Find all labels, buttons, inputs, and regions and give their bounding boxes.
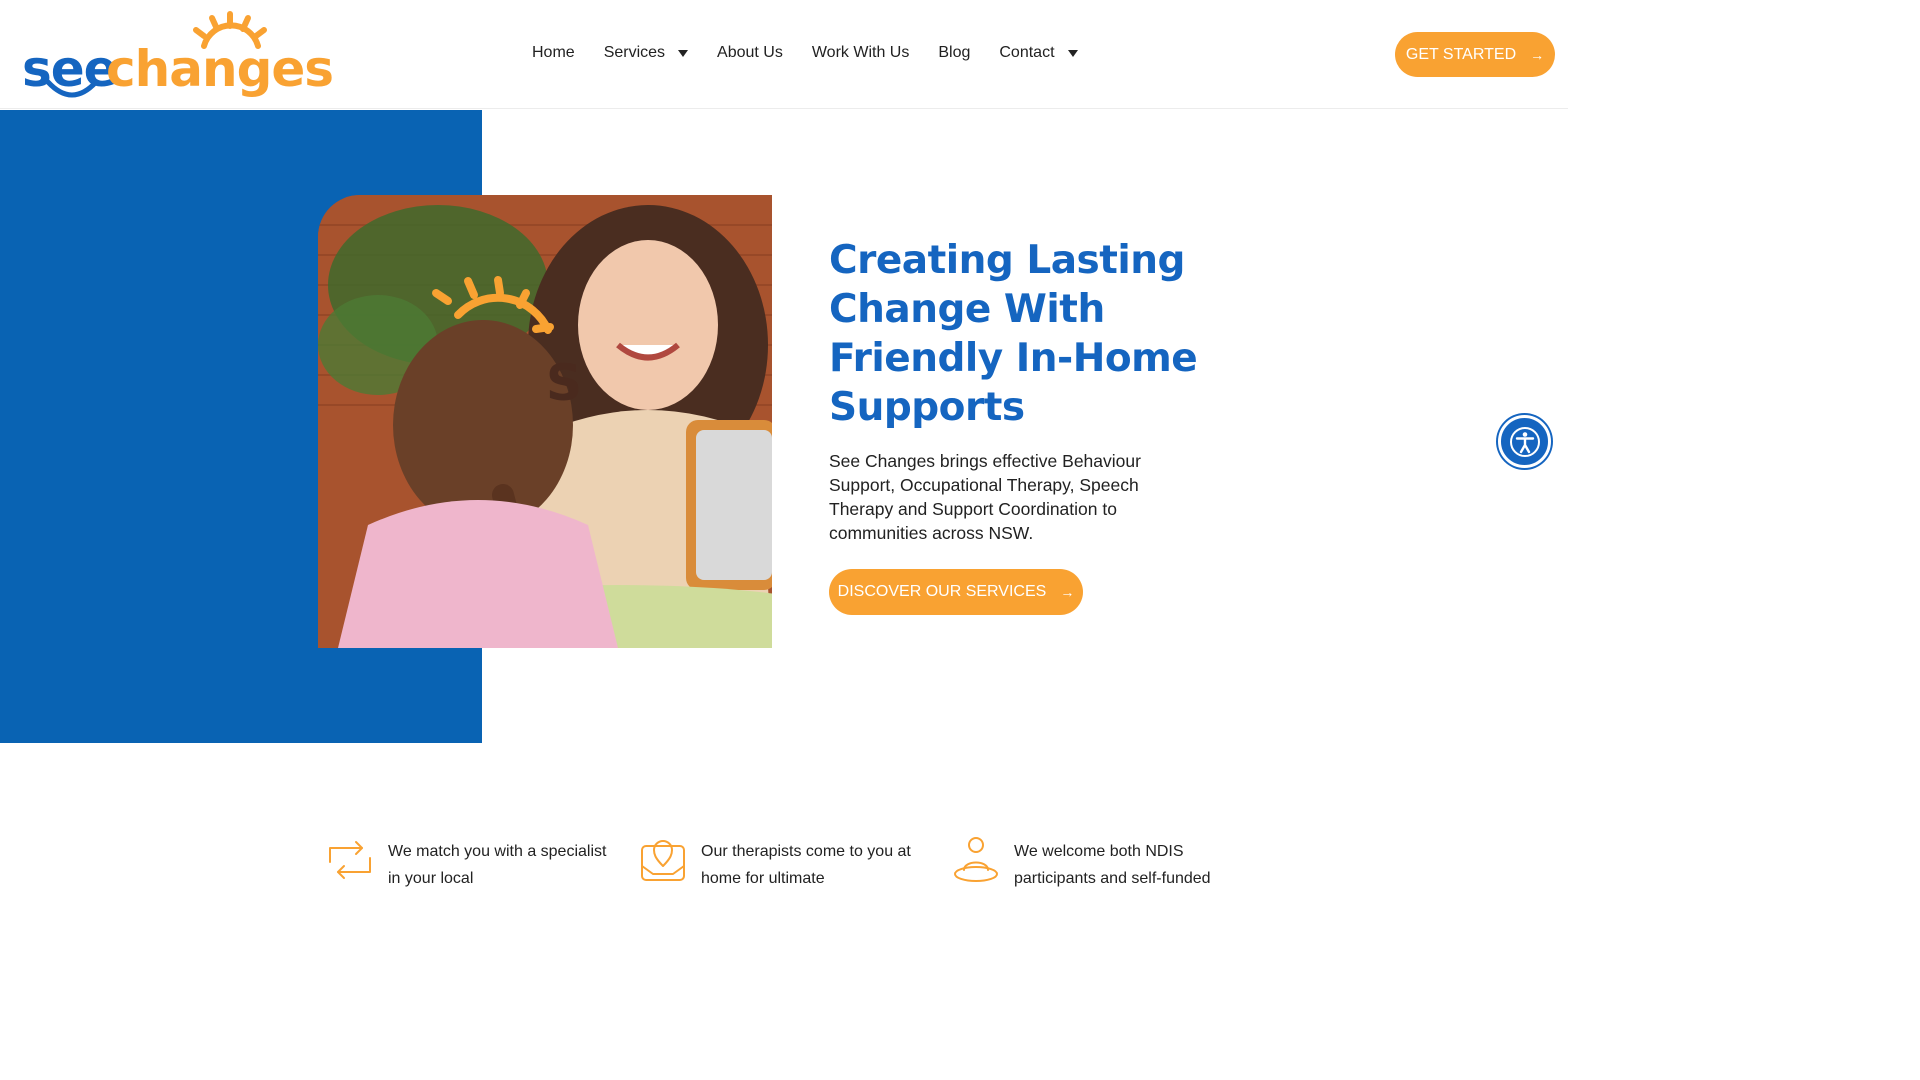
site-logo[interactable]: see changes [22, 10, 334, 100]
swap-arrows-icon [329, 841, 371, 879]
get-started-label: GET STARTED [1405, 45, 1517, 63]
home-location-icon [641, 840, 685, 881]
feature-text: We welcome both NDIS participants and se… [1014, 843, 1211, 887]
person-icon [954, 837, 998, 882]
accessibility-button[interactable] [1498, 415, 1551, 468]
hero-title: Creating Lasting Change With Friendly In… [829, 238, 1198, 430]
nav-item-label: Home [532, 44, 575, 61]
nav-item-work-with-us[interactable]: Work With Us [812, 44, 909, 62]
logo-changes-text: changes [106, 40, 334, 98]
hero-photo: S [318, 195, 772, 648]
nav-item-label: Work With Us [811, 44, 910, 61]
feature-text: We match you with a specialist in your l… [388, 843, 607, 887]
caret-down-icon [1067, 49, 1078, 57]
wooden-letter: S [546, 354, 582, 412]
arrow-right-icon: → [1530, 46, 1545, 63]
nav-item-blog[interactable]: Blog [938, 44, 970, 62]
nav-item-label: Blog [938, 44, 971, 61]
feature-home-visits: Our therapists come to you at home for u… [639, 836, 931, 892]
caret-down-icon [678, 49, 689, 57]
discover-services-button[interactable]: DISCOVER OUR SERVICES → [829, 569, 1083, 615]
discover-services-label: DISCOVER OUR SERVICES [837, 583, 1047, 600]
get-started-button[interactable]: GET STARTED → [1395, 32, 1555, 77]
nav-item-home[interactable]: Home [532, 44, 575, 62]
smile-icon [45, 79, 99, 98]
feature-text: Our therapists come to you at home for u… [701, 843, 911, 887]
hero-description: See Changes brings effective Behaviour S… [829, 451, 1141, 543]
nav-item-services[interactable]: Services [603, 44, 689, 62]
nav-item-about-us[interactable]: About Us [717, 44, 783, 62]
nav-item-label: Contact [999, 44, 1055, 61]
nav-item-label: About Us [717, 44, 783, 61]
nav-item-contact[interactable]: Contact [999, 44, 1078, 62]
site-header: see changes Home Services About Us Work … [0, 0, 1568, 109]
main-nav: Home Services About Us Work With Us Blog… [532, 44, 1107, 62]
feature-ndis: We welcome both NDIS participants and se… [952, 836, 1244, 892]
nav-item-label: Services [603, 44, 666, 61]
accessibility-icon [1509, 426, 1540, 457]
arrow-right-icon: → [1060, 584, 1075, 600]
feature-local-specialist: We match you with a specialist in your l… [326, 836, 618, 892]
